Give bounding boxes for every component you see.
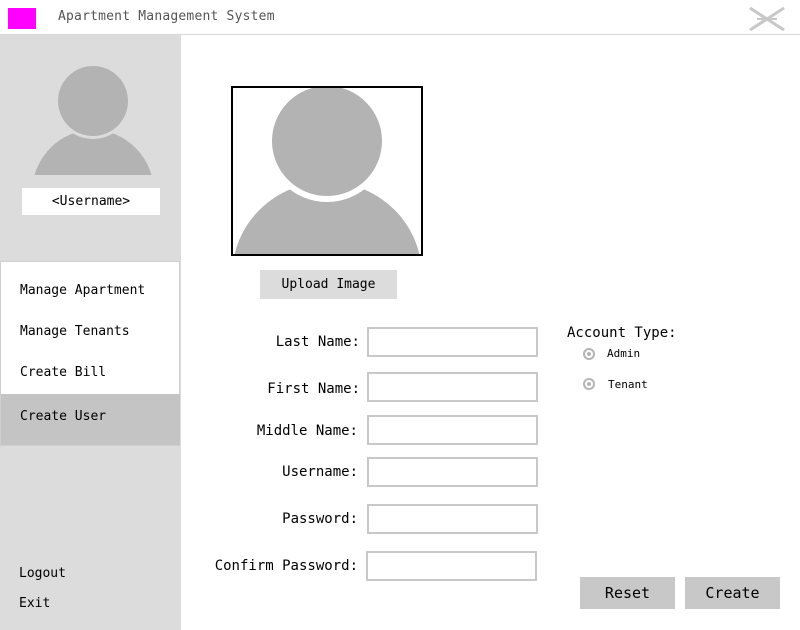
close-icon[interactable] bbox=[747, 5, 787, 33]
radio-admin[interactable] bbox=[583, 348, 595, 360]
confirm-password-label: Confirm Password: bbox=[214, 558, 358, 574]
title-bar: Apartment Management System bbox=[0, 0, 800, 35]
password-label: Password: bbox=[282, 511, 358, 527]
password-input[interactable] bbox=[367, 504, 538, 534]
middle-name-input[interactable] bbox=[367, 415, 538, 445]
nav-item-create-user[interactable]: Create User bbox=[1, 394, 180, 445]
create-button[interactable]: Create bbox=[685, 577, 780, 609]
app-logo bbox=[8, 8, 36, 29]
profile-photo bbox=[231, 86, 423, 256]
nav-item-manage-apartment[interactable]: Manage Apartment bbox=[1, 270, 180, 311]
radio-admin-label: Admin bbox=[607, 347, 641, 360]
radio-tenant-label: Tenant bbox=[608, 378, 648, 391]
last-name-input[interactable] bbox=[367, 327, 538, 357]
nav-menu: Manage Apartment Manage Tenants Create B… bbox=[0, 261, 180, 446]
radio-tenant[interactable] bbox=[583, 378, 595, 390]
logout-link[interactable]: Logout bbox=[19, 566, 66, 581]
last-name-label: Last Name: bbox=[275, 334, 360, 350]
exit-link[interactable]: Exit bbox=[19, 596, 50, 611]
middle-name-label: Middle Name: bbox=[256, 423, 358, 439]
confirm-password-input[interactable] bbox=[366, 551, 537, 581]
upload-image-button[interactable]: Upload Image bbox=[260, 270, 397, 299]
account-type-label: Account Type: bbox=[567, 325, 677, 341]
first-name-input[interactable] bbox=[367, 372, 538, 402]
user-avatar-icon bbox=[234, 88, 420, 254]
username-input[interactable] bbox=[367, 457, 538, 487]
nav-item-manage-tenants[interactable]: Manage Tenants bbox=[1, 311, 180, 352]
first-name-label: First Name: bbox=[267, 381, 360, 397]
nav-item-create-bill[interactable]: Create Bill bbox=[1, 352, 180, 393]
username-label: Username: bbox=[282, 464, 358, 480]
sidebar: <Username> Manage Apartment Manage Tenan… bbox=[0, 35, 181, 630]
username-display: <Username> bbox=[22, 188, 160, 215]
reset-button[interactable]: Reset bbox=[580, 577, 675, 609]
window-title: Apartment Management System bbox=[58, 9, 275, 24]
user-avatar-icon bbox=[30, 65, 156, 175]
